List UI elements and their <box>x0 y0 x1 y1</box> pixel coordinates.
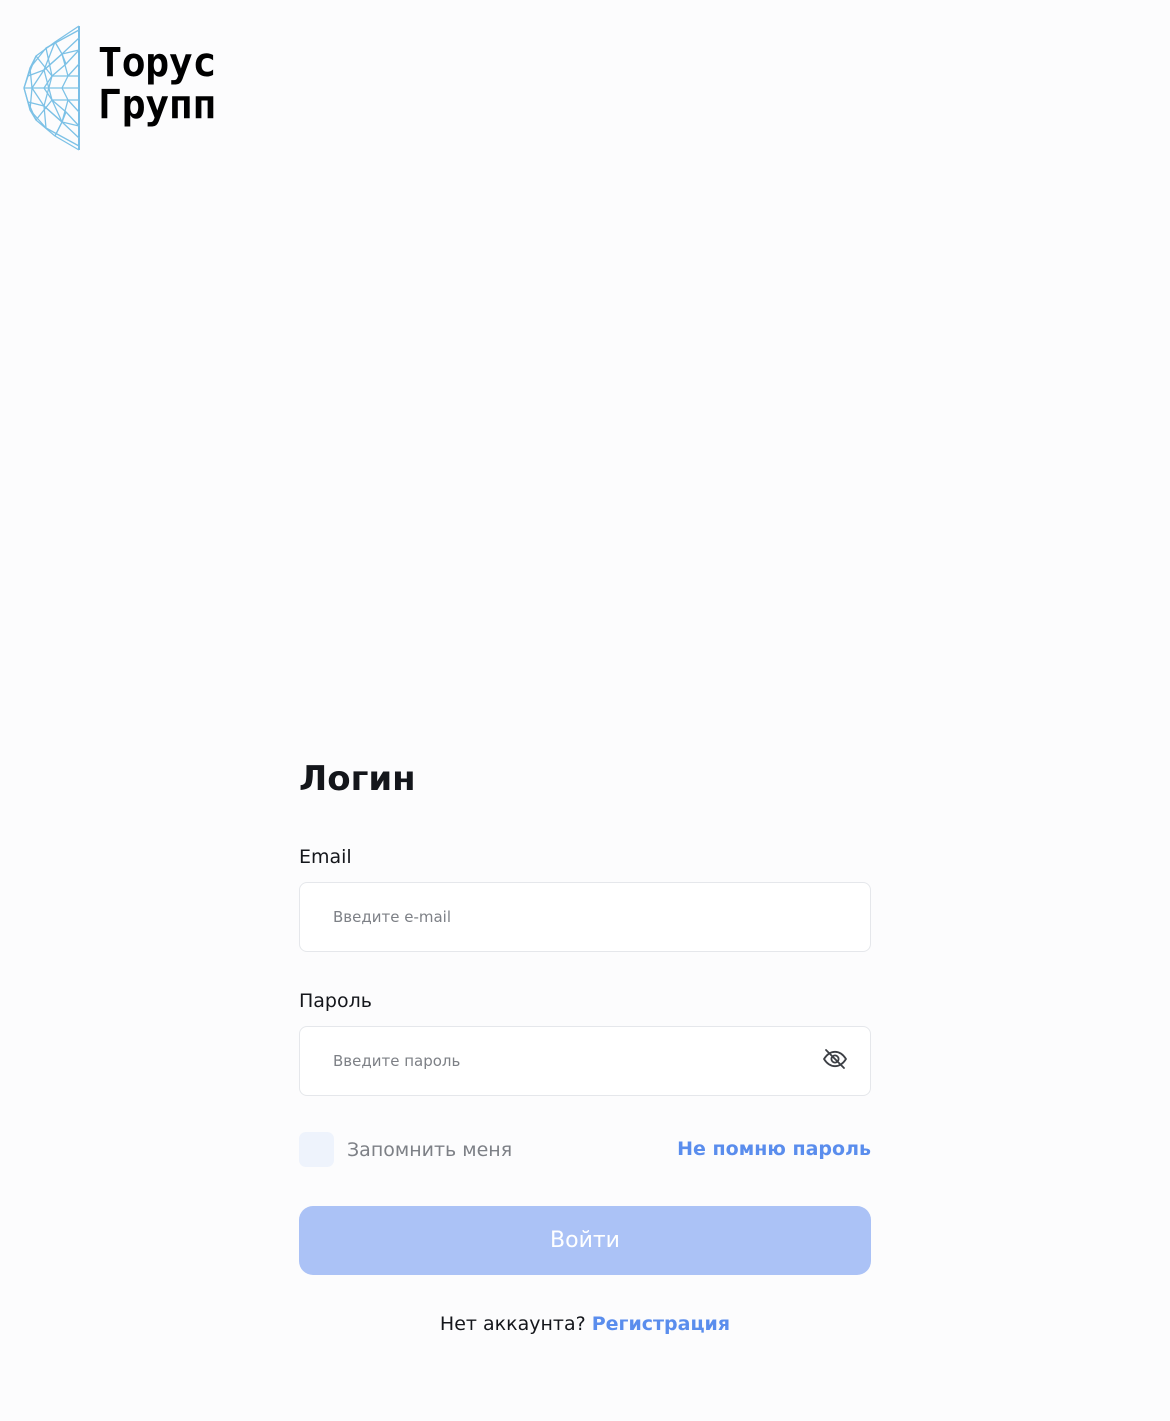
torus-mesh-icon <box>23 25 80 151</box>
signup-prompt: Нет аккаунта? Регистрация <box>299 1311 871 1337</box>
no-account-text: Нет аккаунта? <box>439 1313 586 1335</box>
eye-off-icon[interactable] <box>822 1048 848 1070</box>
remember-checkbox[interactable] <box>299 1132 334 1167</box>
login-button[interactable]: Войти <box>299 1206 871 1275</box>
password-field[interactable] <box>333 1027 803 1095</box>
brand-logo[interactable]: Торус Групп <box>22 24 242 154</box>
email-field-container <box>299 882 871 952</box>
remember-row: Запомнить меня Не помню пароль <box>299 1132 871 1168</box>
page-title: Логин <box>299 759 416 799</box>
email-label: Email <box>299 846 352 868</box>
brand-name-line2: Групп <box>98 82 216 128</box>
forgot-password-link[interactable]: Не помню пароль <box>677 1136 871 1162</box>
password-field-container <box>299 1026 871 1096</box>
brand-name-line1: Торус <box>98 40 216 86</box>
email-field[interactable] <box>333 883 803 951</box>
register-link[interactable]: Регистрация <box>592 1313 730 1335</box>
brand-name: Торус Групп <box>98 42 216 126</box>
remember-label: Запомнить меня <box>347 1139 513 1161</box>
password-label: Пароль <box>299 990 372 1012</box>
